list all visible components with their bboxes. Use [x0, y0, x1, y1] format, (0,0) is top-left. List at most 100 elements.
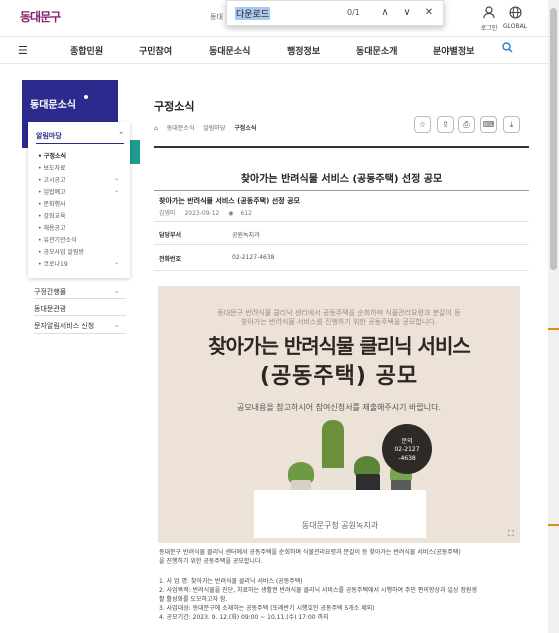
sidebar-item-label: • 입법예고: [38, 189, 66, 196]
print-icon[interactable]: ⎙: [458, 116, 475, 133]
sidebar-dot: [84, 95, 88, 99]
nav-item-about[interactable]: 동대문소개: [356, 44, 397, 57]
divider: [154, 146, 529, 148]
nav-item-admin[interactable]: 행정정보: [287, 44, 320, 57]
menu-icon[interactable]: ☰: [18, 44, 28, 57]
sidebar-item-legislation[interactable]: • 입법예고 ⌄: [38, 187, 119, 196]
sidebar-item-related[interactable]: • 유관기관소식: [38, 235, 77, 244]
chevron-down-icon: ⌄: [114, 287, 120, 295]
divider: [34, 298, 126, 299]
body-list-item: 활 활성화를 도모하고자 함.: [159, 596, 228, 603]
keyboard-icon[interactable]: ⌨: [480, 116, 497, 133]
nav-item-civil[interactable]: 종합민원: [70, 44, 103, 57]
chevron-down-icon: ⌄: [114, 259, 120, 266]
sidebar-link-publications[interactable]: 구정간행물 ⌄: [34, 287, 124, 297]
sidebar-link-tourism[interactable]: 동대문관광: [34, 304, 124, 314]
poster-title: 찾아가는 반려식물 클리닉 서비스: [208, 334, 471, 358]
download-icon[interactable]: ⤓: [503, 116, 520, 133]
divider: [154, 270, 529, 271]
sidebar-item-covid[interactable]: • 코로나19 ⌄: [38, 259, 119, 268]
sidebar-item-label: • 고시공고: [38, 177, 66, 184]
contact-bubble: 문의 02-2127 -4638: [382, 424, 432, 474]
post-subtitle: 찾아가는 반려식물 서비스 (공동주택) 선정 공모: [159, 197, 300, 205]
chevron-down-icon: ⌄: [114, 175, 120, 182]
expand-icon[interactable]: ⛶: [508, 529, 514, 539]
sidebar-link-sms[interactable]: 문자알림서비스 신청 ⌄: [34, 321, 124, 331]
main-nav: ☰ 종합민원 구민참여 동대문소식 행정정보 동대문소개 분야별정보: [0, 36, 548, 64]
body-paragraph: 을 진행하기 위한 공동주택을 공모합니다.: [159, 558, 263, 565]
scrollbar-thumb[interactable]: [550, 8, 557, 270]
nav-item-participation[interactable]: 구민참여: [139, 44, 172, 57]
breadcrumb-current: 구정소식: [234, 125, 257, 132]
global-label: GLOBAL: [502, 23, 528, 30]
divider: [36, 143, 124, 144]
divider: [34, 333, 126, 334]
dept-label: 담당부서: [159, 232, 182, 239]
chevron-up-icon[interactable]: ⌃: [118, 131, 124, 139]
phone-value: 02-2127-4638: [232, 254, 275, 261]
home-icon[interactable]: ⌂: [154, 125, 158, 132]
find-next-button[interactable]: ∨: [399, 5, 415, 21]
find-count: 0/1: [347, 8, 360, 17]
sidebar-category[interactable]: 알림마당: [36, 131, 62, 141]
body-list-item: 2. 사업목적: 반려식물을 진단, 치료하는 생활권 반려식물 클리닉 서비스…: [159, 587, 477, 594]
sidebar-link-label: 문자알림서비스 신청: [34, 322, 95, 330]
nav-item-fields[interactable]: 분야별정보: [433, 44, 474, 57]
page: 동대문구 동대 로그인 GLOBAL 다운로드 0/1 ∧ ∨ ✕ ☰ 종합민원…: [0, 0, 559, 633]
find-prev-button[interactable]: ∧: [377, 5, 393, 21]
site-logo[interactable]: 동대문구: [20, 8, 61, 25]
divider: [154, 244, 529, 245]
poster-image: 동대문구 반려식물 클리닉 센터에서 공동주택을 순회하며 식물관리요령과 분갈…: [158, 286, 520, 543]
find-match-marker: [548, 328, 559, 330]
poster-text: 공모내용을 참고하시어 참여신청서를 제출해주시기 바랍니다.: [236, 403, 442, 412]
find-close-button[interactable]: ✕: [421, 5, 437, 21]
find-input[interactable]: 다운로드: [235, 7, 271, 20]
body-list-item: 1. 사 업 명: 찾아가는 반려식물 클리닉 서비스 (공동주택): [159, 578, 303, 585]
post-author: 김영미: [159, 210, 176, 217]
eye-icon: ◉: [228, 210, 234, 217]
header-search-text: 동대: [210, 13, 223, 21]
find-match-marker: [548, 524, 559, 526]
dept-value: 공원녹지과: [232, 232, 260, 239]
contact-text: -4638: [398, 455, 416, 462]
login-label: 로그인: [480, 25, 498, 32]
poster-text: 찾아가는 반려식물 서비스를 진행하기 위한 공동주택을 공모합니다.: [241, 318, 437, 326]
global-button[interactable]: GLOBAL: [500, 6, 530, 30]
post-date: 2023-09-12: [184, 210, 220, 217]
sidebar-submenu: 알림마당 ⌃ • 구정소식 • 보도자료 • 고시공고 ⌄ • 입법예고 ⌄ • 문…: [28, 122, 130, 278]
body-list-item: 4. 공모기간: 2023. 9. 12.(화) 09:00 ~ 10.11.(…: [159, 614, 329, 621]
sidebar-item-label: • 코로나19: [38, 261, 68, 268]
post-meta: 김영미 2023-09-12 ◉ 612: [159, 208, 259, 217]
search-icon[interactable]: [502, 42, 513, 56]
top-header: 동대문구 동대 로그인 GLOBAL 다운로드 0/1 ∧ ∨ ✕: [0, 0, 548, 36]
sidebar-item-notice[interactable]: • 고시공고 ⌄: [38, 175, 119, 184]
sidebar-item-education[interactable]: • 강좌교육: [38, 211, 66, 220]
sidebar-item-contest[interactable]: • 공모사업 알림방: [38, 247, 84, 256]
divider: [34, 315, 126, 316]
breadcrumb-item[interactable]: 알림마당: [203, 125, 225, 132]
favorite-icon[interactable]: ☆: [414, 116, 431, 133]
find-bar: 다운로드 0/1 ∧ ∨ ✕: [226, 0, 444, 26]
poster-footer-box: 동대문구청 공원녹지과: [254, 490, 426, 538]
phone-label: 전화번호: [159, 256, 182, 263]
body-paragraph: 동대문구 반려식물 클리닉 센터에서 공동주택을 순회하며 식물관리요령과 분갈…: [159, 549, 461, 556]
post-title: 찾아가는 반려식물 서비스 (공동주택) 선정 공모: [240, 174, 443, 185]
page-scrollbar[interactable]: [548, 0, 559, 633]
body-list-item: 3. 사업대상: 동대문구에 소재하는 공동주택 (또래반기 시행호인 공동주택…: [159, 605, 375, 612]
post-views: 612: [240, 210, 252, 217]
sidebar-item-culture[interactable]: • 문화행사: [38, 199, 66, 208]
nav-item-news[interactable]: 동대문소식: [209, 44, 250, 57]
sidebar-item-press[interactable]: • 보도자료: [38, 163, 66, 172]
cactus-icon: [322, 420, 344, 472]
sidebar-item-news[interactable]: • 구정소식: [38, 151, 66, 160]
page-title: 구정소식: [154, 100, 195, 113]
sidebar-item-recruit[interactable]: • 채용공고: [38, 223, 66, 232]
sidebar-title: 동대문소식: [30, 100, 76, 111]
sidebar-link-label: 구정간행물: [34, 288, 67, 296]
breadcrumb: ⌂ 동대문소식 알림마당 구정소식: [154, 123, 256, 132]
breadcrumb-item[interactable]: 동대문소식: [167, 125, 195, 132]
share-icon[interactable]: ⇪: [437, 116, 454, 133]
divider: [154, 190, 529, 191]
chevron-down-icon: ⌄: [114, 321, 120, 329]
contact-text: 문의: [401, 438, 413, 445]
